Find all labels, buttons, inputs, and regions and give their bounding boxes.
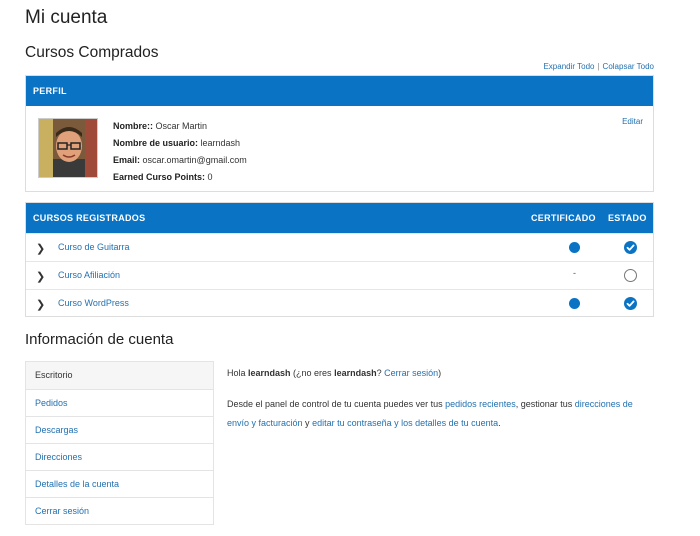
profile-header: PERFIL (26, 76, 653, 106)
email-value: oscar.omartin@gmail.com (142, 155, 247, 165)
recent-orders-link[interactable]: pedidos recientes (445, 399, 516, 409)
status-complete-icon (624, 297, 637, 310)
expand-all-link[interactable]: Expandir Todo (543, 62, 594, 71)
greeting-username: learndash (334, 368, 377, 378)
status-column-header: ESTADO (608, 213, 647, 223)
certificate-icon[interactable] (569, 242, 580, 253)
greeting-part: (¿no eres (290, 368, 335, 378)
courses-header-label: CURSOS REGISTRADOS (33, 213, 146, 223)
description-part: y (302, 418, 313, 428)
status-complete-icon (624, 241, 637, 254)
greeting-text: Hola learndash (¿no eres learndash? Cerr… (227, 364, 657, 383)
profile-name-row: Nombre:: Oscar Martin (113, 118, 247, 135)
profile-details: Nombre:: Oscar Martin Nombre de usuario:… (113, 118, 247, 186)
course-link[interactable]: Curso WordPress (58, 298, 129, 308)
description-part: , gestionar tus (515, 399, 575, 409)
username-label: Nombre de usuario: (113, 138, 199, 148)
nav-item-orders[interactable]: Pedidos (26, 389, 213, 416)
registered-courses-table: CURSOS REGISTRADOS CERTIFICADO ESTADO ❯ … (25, 202, 654, 317)
nav-item-downloads[interactable]: Descargas (26, 416, 213, 443)
courses-section-title: Cursos Comprados (25, 44, 159, 61)
dashboard-description: Desde el panel de control de tu cuenta p… (227, 395, 657, 433)
greeting-username: learndash (248, 368, 291, 378)
collapse-all-link[interactable]: Colapsar Todo (603, 62, 654, 71)
username-value: learndash (200, 138, 241, 148)
nav-item-logout[interactable]: Cerrar sesión (26, 497, 213, 524)
points-value: 0 (207, 172, 213, 182)
no-certificate: - (573, 268, 576, 278)
certificate-icon[interactable] (569, 298, 580, 309)
courses-table-header: CURSOS REGISTRADOS CERTIFICADO ESTADO (26, 203, 653, 233)
name-label: Nombre:: (113, 121, 153, 131)
edit-profile-link[interactable]: Editar (622, 117, 643, 126)
logout-link[interactable]: Cerrar sesión (384, 368, 438, 378)
greeting-part: ? (376, 368, 385, 378)
profile-username-row: Nombre de usuario: learndash (113, 135, 247, 152)
user-photo-icon (39, 119, 97, 177)
chevron-right-icon[interactable]: ❯ (36, 270, 45, 283)
account-dashboard-content: Hola learndash (¿no eres learndash? Cerr… (227, 364, 657, 445)
description-part: . (498, 418, 501, 428)
greeting-part: ) (438, 368, 442, 378)
certificate-column-header: CERTIFICADO (531, 213, 596, 223)
points-label: Earned Curso Points: (113, 172, 206, 182)
nav-item-account-details[interactable]: Detalles de la cuenta (26, 470, 213, 497)
course-row[interactable]: ❯ Curso Afiliación - (26, 261, 653, 289)
description-part: Desde el panel de control de tu cuenta p… (227, 399, 446, 409)
email-label: Email: (113, 155, 141, 165)
chevron-right-icon[interactable]: ❯ (36, 298, 45, 311)
nav-item-addresses[interactable]: Direcciones (26, 443, 213, 470)
avatar (38, 118, 98, 178)
account-info-title: Información de cuenta (25, 331, 174, 348)
page-title: Mi cuenta (25, 7, 108, 28)
course-row[interactable]: ❯ Curso WordPress (26, 289, 653, 317)
separator: | (597, 62, 600, 71)
status-incomplete-icon (624, 269, 637, 282)
account-navigation: Escritorio Pedidos Descargas Direcciones… (25, 361, 214, 525)
course-link[interactable]: Curso de Guitarra (58, 242, 130, 252)
expand-collapse-links: Expandir Todo | Colapsar Todo (543, 62, 654, 71)
chevron-right-icon[interactable]: ❯ (36, 242, 45, 255)
profile-points-row: Earned Curso Points: 0 (113, 169, 247, 186)
profile-panel: PERFIL Nombre:: Oscar Martin Nombre de u… (25, 75, 654, 192)
course-link[interactable]: Curso Afiliación (58, 270, 120, 280)
course-row[interactable]: ❯ Curso de Guitarra (26, 233, 653, 261)
profile-email-row: Email: oscar.omartin@gmail.com (113, 152, 247, 169)
greeting-part: Hola (227, 368, 249, 378)
nav-item-dashboard[interactable]: Escritorio (26, 362, 213, 389)
name-value: Oscar Martin (155, 121, 208, 131)
edit-account-link[interactable]: editar tu contraseña y los detalles de t… (312, 418, 498, 428)
